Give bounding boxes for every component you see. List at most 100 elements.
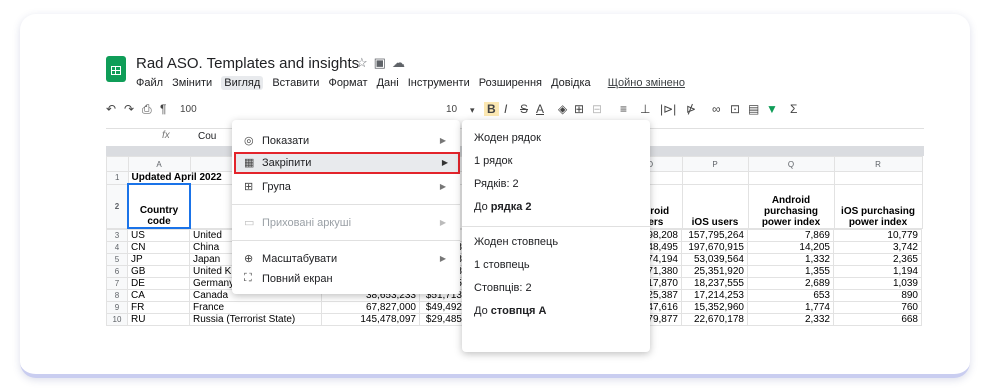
column-header[interactable]: A	[127, 156, 191, 172]
paint-format-icon[interactable]: ¶	[160, 102, 166, 116]
cloud-status-icon[interactable]: ☁	[392, 55, 411, 70]
row-header[interactable]: 3	[106, 229, 128, 242]
cell[interactable]: 10,779	[833, 229, 922, 242]
menu-insert[interactable]: Вставити	[272, 77, 319, 89]
row-header[interactable]: 7	[106, 277, 128, 290]
text-rotation-icon[interactable]: ⋫	[686, 102, 696, 116]
star-icon[interactable]: ☆	[356, 55, 374, 70]
freeze-up-to-row[interactable]: До рядка 2	[474, 201, 532, 213]
menu-item-show[interactable]: ◎ Показати ▶	[232, 132, 460, 150]
text-wrap-icon[interactable]: |⊳|	[660, 102, 676, 116]
header-cell[interactable]: Android purchasing power index	[747, 183, 835, 229]
cell[interactable]: 14,205	[747, 241, 834, 254]
freeze-2-rows[interactable]: Рядків: 2	[474, 178, 519, 190]
cell[interactable]: JP	[127, 253, 190, 266]
cell[interactable]: France	[189, 301, 322, 314]
cell[interactable]: 1,774	[747, 301, 834, 314]
header-cell[interactable]: iOS purchasing power index	[833, 183, 923, 229]
row-header[interactable]: 9	[106, 301, 128, 314]
cell[interactable]: 760	[833, 301, 922, 314]
menu-item-fullscreen[interactable]: ⛶ Повний екран	[232, 270, 460, 288]
cell[interactable]: 25,351,920	[681, 265, 748, 278]
column-header[interactable]: R	[833, 156, 923, 172]
cell-selected[interactable]: Country code	[127, 183, 191, 229]
row-header[interactable]: 4	[106, 241, 128, 254]
cell[interactable]: US	[127, 229, 190, 242]
column-header[interactable]: P	[681, 156, 749, 172]
cell[interactable]: 18,237,555	[681, 277, 748, 290]
header-cell[interactable]: iOS users	[681, 183, 749, 229]
menu-item-freeze[interactable]: ▦ Закріпити ▶	[234, 152, 460, 174]
cell[interactable]: 1,194	[833, 265, 922, 278]
sheets-logo-icon[interactable]	[106, 56, 126, 82]
cell[interactable]: 197,670,915	[681, 241, 748, 254]
cell[interactable]: GB	[127, 265, 190, 278]
cell[interactable]: 2,365	[833, 253, 922, 266]
freeze-1-row[interactable]: 1 рядок	[474, 155, 512, 167]
column-header[interactable]: Q	[747, 156, 835, 172]
fill-color-icon[interactable]: ◈	[558, 102, 567, 116]
cell[interactable]: Russia (Terrorist State)	[189, 313, 322, 326]
doc-title[interactable]: Rad ASO. Templates and insights	[136, 55, 359, 72]
menu-item-hidden-sheets[interactable]: ▭ Приховані аркуші ▶	[232, 214, 460, 232]
menu-item-group[interactable]: ⊞ Група ▶	[232, 178, 460, 196]
cell[interactable]: CN	[127, 241, 190, 254]
cell[interactable]: 53,039,564	[681, 253, 748, 266]
bold-icon[interactable]: B	[484, 102, 499, 116]
cell[interactable]: 7,869	[747, 229, 834, 242]
comment-icon[interactable]: ⊡	[730, 102, 740, 116]
row-header[interactable]: 6	[106, 265, 128, 278]
row-header[interactable]: 2	[106, 183, 129, 229]
cell[interactable]: FR	[127, 301, 190, 314]
merge-cells-icon[interactable]: ⊟	[592, 102, 602, 116]
cell[interactable]: 22,670,178	[681, 313, 748, 326]
menu-format[interactable]: Формат	[328, 77, 367, 89]
cell[interactable]: 1,332	[747, 253, 834, 266]
cell[interactable]: 2,689	[747, 277, 834, 290]
align-left-icon[interactable]: ≡	[620, 102, 627, 116]
cell[interactable]: 1,355	[747, 265, 834, 278]
borders-icon[interactable]: ⊞	[574, 102, 584, 116]
menu-file[interactable]: Файл	[136, 77, 163, 89]
menu-help[interactable]: Довідка	[551, 77, 591, 89]
cell[interactable]: 15,352,960	[681, 301, 748, 314]
menu-view[interactable]: Вигляд	[221, 76, 264, 90]
italic-icon[interactable]: I	[504, 102, 507, 116]
cell[interactable]: 157,795,264	[681, 229, 748, 242]
redo-icon[interactable]: ↷	[124, 102, 134, 116]
cell[interactable]: DE	[127, 277, 190, 290]
freeze-2-columns[interactable]: Стовпців: 2	[474, 282, 532, 294]
cell[interactable]: 890	[833, 289, 922, 302]
cell[interactable]: 653	[747, 289, 834, 302]
link-icon[interactable]: ∞	[712, 102, 721, 116]
menu-item-zoom[interactable]: ⊕ Масштабувати ▶	[232, 250, 460, 268]
cell[interactable]: 145,478,097	[321, 313, 420, 326]
freeze-no-columns[interactable]: Жоден стовпець	[474, 236, 558, 248]
cell[interactable]: $29,485	[419, 313, 466, 326]
filter-icon[interactable]: ▼	[766, 102, 778, 116]
freeze-no-rows[interactable]: Жоден рядок	[474, 132, 541, 144]
menu-extensions[interactable]: Розширення	[479, 77, 542, 89]
print-icon[interactable]: ⎙	[142, 102, 152, 117]
row-header[interactable]: 5	[106, 253, 128, 266]
text-color-icon[interactable]: A	[536, 102, 544, 116]
chevron-down-icon[interactable]: ▾	[470, 105, 475, 116]
cell[interactable]: 668	[833, 313, 922, 326]
functions-icon[interactable]: Σ	[790, 102, 797, 116]
cell[interactable]: 17,214,253	[681, 289, 748, 302]
row-header[interactable]: 8	[106, 289, 128, 302]
menu-data[interactable]: Дані	[377, 77, 399, 89]
freeze-1-column[interactable]: 1 стовпець	[474, 259, 530, 271]
menu-tools[interactable]: Інструменти	[408, 77, 470, 89]
cell[interactable]: RU	[127, 313, 190, 326]
menu-edit[interactable]: Змінити	[172, 77, 212, 89]
cell[interactable]: 2,332	[747, 313, 834, 326]
strikethrough-icon[interactable]: S	[520, 102, 528, 116]
chart-icon[interactable]: ▤	[748, 102, 759, 116]
formula-input[interactable]: Cou	[198, 131, 216, 142]
cell[interactable]: $49,492	[419, 301, 466, 314]
cell[interactable]: CA	[127, 289, 190, 302]
cell[interactable]: 1,039	[833, 277, 922, 290]
undo-icon[interactable]: ↶	[106, 102, 116, 116]
zoom-select[interactable]: 100	[180, 104, 197, 115]
